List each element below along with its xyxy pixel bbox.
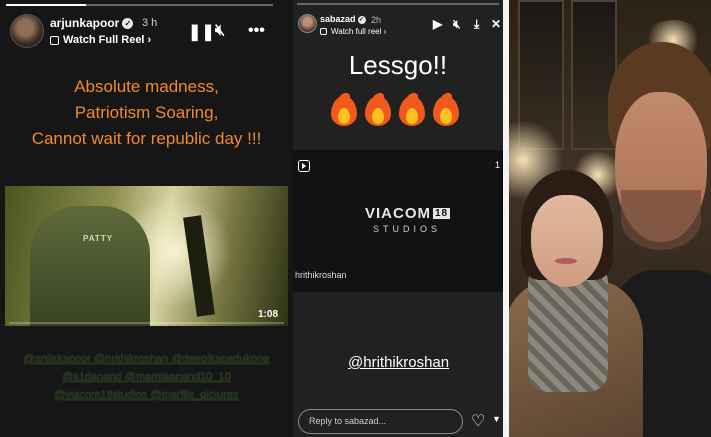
close-icon[interactable]: ✕: [491, 17, 501, 31]
mention-line-2[interactable]: @s1danand @mamtaanand10_10: [62, 371, 231, 383]
reel-icon: [50, 35, 59, 45]
fire-icon: [365, 90, 391, 126]
viacom18-logo: VIACOM 18: [365, 205, 451, 222]
selfie-photo: [503, 0, 711, 437]
headline-line-3: Cannot wait for republic day !!!: [31, 129, 262, 148]
story-headline: Absolute madness, Patriotism Soaring, Ca…: [0, 74, 293, 152]
story-caption: Lessgo!!: [348, 50, 448, 80]
woman-face: [531, 195, 603, 287]
mention-list: @anilskapoor @hrithikroshan @deepikapadu…: [0, 350, 293, 404]
shared-reel-embed[interactable]: 1 VIACOM 18 STUDIOS hrithikroshan: [293, 150, 503, 292]
soldier-figure: [30, 206, 150, 326]
mute-icon[interactable]: 🔇︎: [215, 22, 225, 40]
mention-line-1[interactable]: @anilskapoor @hrithikroshan @deepikapadu…: [24, 353, 270, 365]
mute-icon[interactable]: 🔇︎: [453, 17, 461, 32]
mention-sticker[interactable]: @hrithikroshan: [348, 354, 449, 371]
fire-icon: [399, 90, 425, 126]
mention-line-3[interactable]: @viacom18studios @marflix_pictures: [54, 389, 238, 401]
reel-video-thumbnail[interactable]: PATTY 1:08: [5, 186, 288, 326]
avatar[interactable]: [298, 14, 317, 33]
panel-divider: [503, 0, 509, 437]
fire-icon: [433, 90, 459, 126]
story-panel-arjunkapoor: arjunkapoor ✓ 3 h Watch Full Reel › ❚❚ 🔇︎…: [0, 0, 293, 437]
man-beard: [621, 190, 701, 250]
post-time: 2h: [371, 15, 382, 25]
pause-icon[interactable]: ❚❚: [188, 22, 215, 42]
download-icon[interactable]: ⤓: [474, 17, 479, 32]
video-duration: 1:08: [257, 309, 278, 320]
watch-full-reel-label[interactable]: Watch full reel: [331, 27, 381, 36]
reel-icon: [320, 28, 327, 36]
shirt-name-tag: PATTY: [83, 234, 114, 243]
watch-full-reel-link[interactable]: Watch Full Reel ›: [50, 34, 151, 46]
heart-icon[interactable]: ♡: [471, 411, 485, 431]
play-icon[interactable]: ▶: [433, 17, 442, 31]
embed-handle[interactable]: hrithikroshan: [295, 270, 347, 280]
username[interactable]: sabazad ✓: [320, 14, 366, 24]
more-options-icon[interactable]: •••: [248, 22, 265, 40]
headline-line-2: Patriotism Soaring,: [74, 103, 219, 122]
story-progress-bar: [297, 3, 499, 5]
avatar[interactable]: [10, 14, 44, 48]
logo-badge: 18: [433, 208, 451, 219]
watch-full-reel-label[interactable]: Watch Full Reel: [63, 34, 145, 46]
username[interactable]: arjunkapoor ✓: [50, 16, 134, 30]
video-progress-track[interactable]: [9, 322, 284, 324]
reels-icon: [298, 160, 310, 172]
username-text[interactable]: arjunkapoor: [50, 16, 119, 30]
reply-input[interactable]: Reply to sabazad...: [298, 409, 463, 434]
headline-line-1: Absolute madness,: [74, 77, 219, 96]
chevron-down-icon[interactable]: ▼: [492, 414, 501, 424]
watch-full-reel-link[interactable]: Watch full reel ›: [320, 27, 386, 36]
logo-text: VIACOM: [365, 205, 431, 222]
woman-lips: [555, 258, 577, 264]
story-panel-sabazad: sabazad ✓ 2h Watch full reel › ▶ 🔇︎ ⤓ ✕ L…: [293, 0, 503, 437]
post-time: 3 h: [142, 17, 158, 29]
embed-counter: 1: [494, 160, 500, 170]
fire-icon: [331, 90, 357, 126]
story-progress-bar: [6, 4, 273, 6]
verified-badge-icon: ✓: [122, 18, 134, 30]
verified-badge-icon: ✓: [357, 15, 366, 24]
logo-subtitle: STUDIOS: [373, 224, 442, 234]
username-text[interactable]: sabazad: [320, 14, 356, 24]
